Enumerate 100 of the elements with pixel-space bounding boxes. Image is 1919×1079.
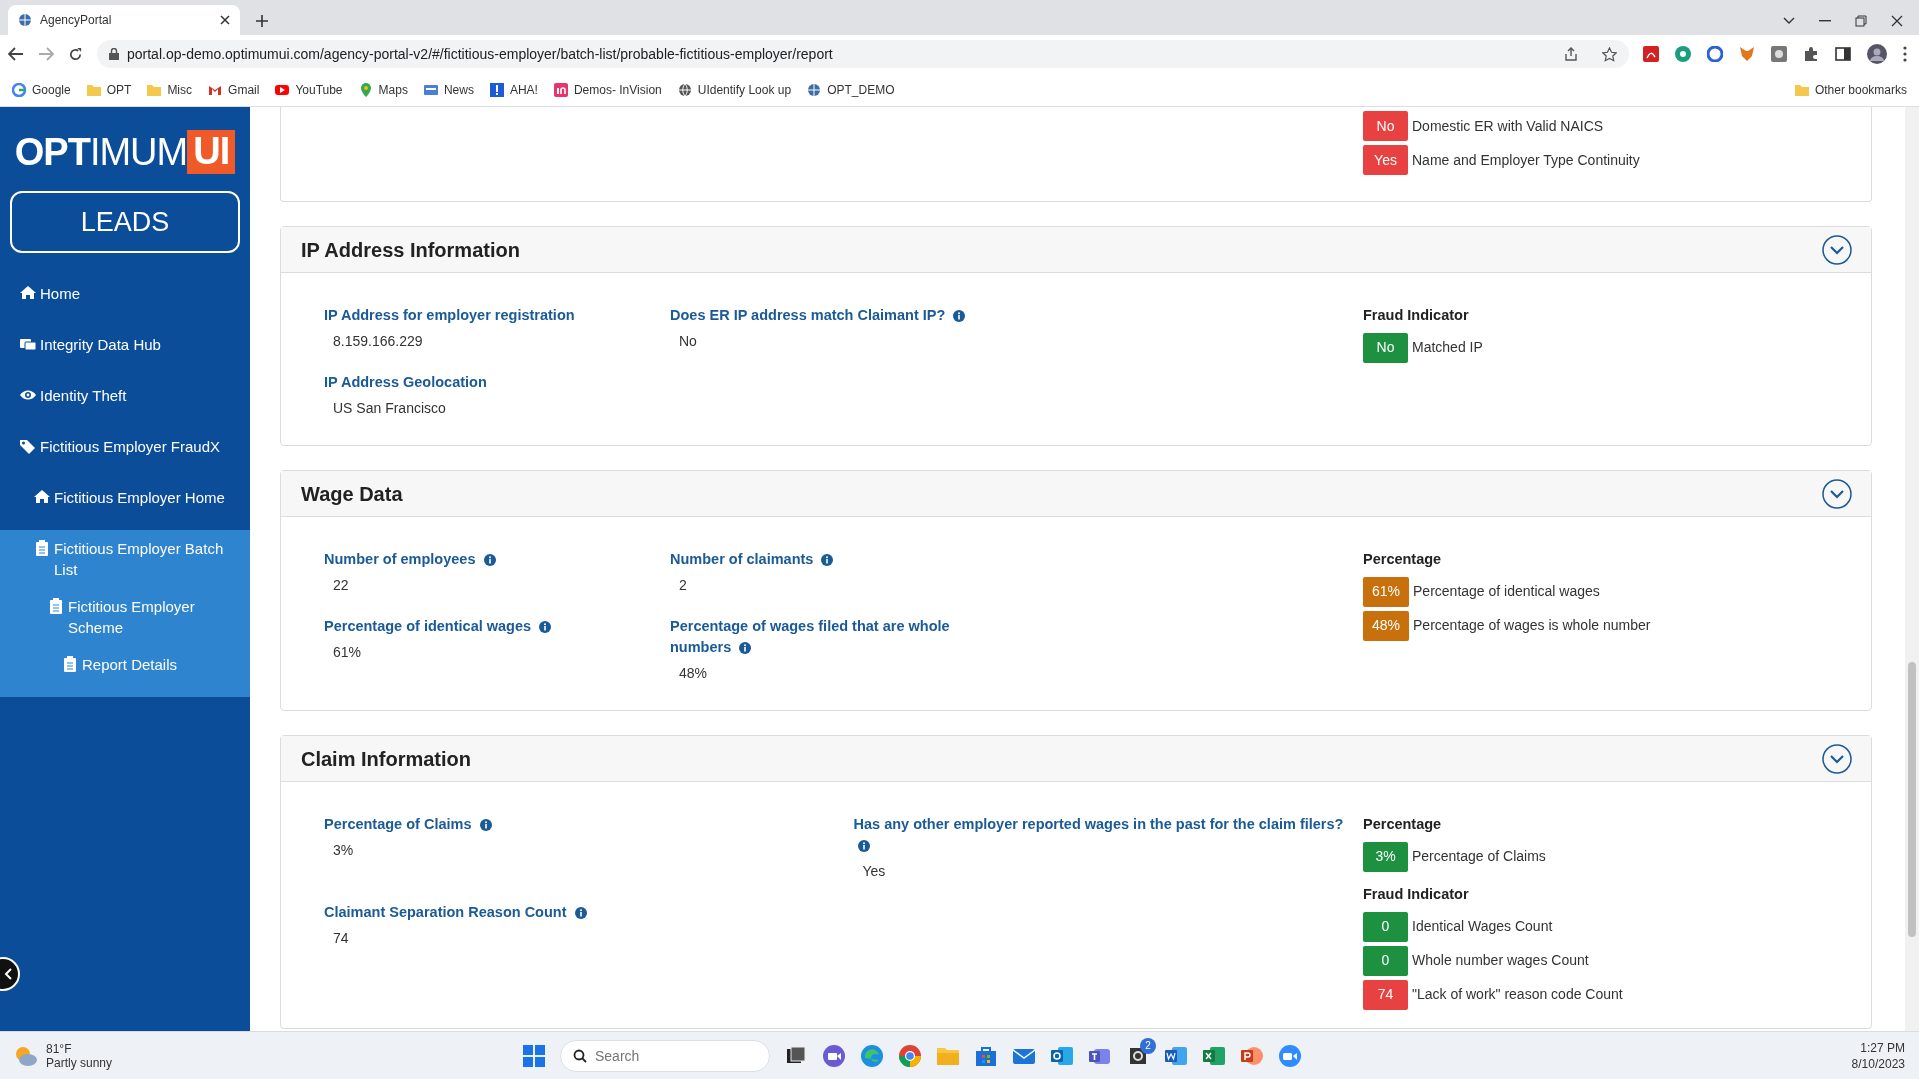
home-icon [34, 489, 50, 505]
field-label: Percentage of wages filed that are whole numbers [670, 617, 951, 657]
nav-item[interactable]: Fictitious Employer Home [0, 479, 250, 530]
bookmark-link[interactable]: OPT [86, 80, 132, 99]
square-logo-icon [553, 82, 568, 97]
logo: OPTIMUM UI [0, 107, 250, 187]
back-arrow-icon[interactable] [8, 47, 24, 61]
new-tab-icon[interactable] [256, 15, 268, 27]
indicator-badge: No [1363, 111, 1408, 141]
kebab-menu-icon[interactable] [1903, 46, 1907, 62]
bookmark-link[interactable]: UIdentify Look up [677, 80, 792, 99]
close-icon[interactable] [220, 15, 230, 25]
chevron-down-icon[interactable] [1783, 17, 1795, 25]
info-icon [821, 554, 834, 566]
indicator-label: Domestic ER with Valid NAICS [1412, 116, 1604, 136]
database-card-icon [20, 336, 36, 352]
info-icon [479, 819, 492, 831]
folder-icon [86, 82, 101, 97]
video-call-icon[interactable] [1278, 1043, 1302, 1068]
nav-item[interactable]: Report Details [0, 646, 250, 697]
bookmark-link[interactable]: YouTube [275, 80, 343, 99]
indicator-badge: 74 [1363, 979, 1408, 1010]
field-value: 8.159.166.229 [332, 332, 424, 351]
bookmark-link[interactable]: News [423, 80, 474, 99]
field-value: 48% [678, 664, 709, 683]
info-icon [539, 621, 552, 633]
folder-icon [1794, 82, 1809, 97]
bookmark-link[interactable]: Google [12, 80, 71, 99]
bookmark-link[interactable]: AHA! [489, 80, 538, 99]
extension-icon[interactable] [1675, 46, 1691, 62]
group-heading: Fraud Indicator [1363, 884, 1470, 904]
section-title: Wage Data [301, 481, 403, 506]
field-label: Claimant Separation Reason Count [324, 902, 834, 923]
field-value: 3% [332, 841, 355, 860]
nav-item[interactable]: Fictitious Employer FraudX [0, 428, 250, 479]
globe-icon [18, 13, 32, 27]
fox-icon[interactable] [1739, 46, 1755, 62]
map-pin-icon [358, 82, 373, 97]
pdf-icon[interactable] [1643, 46, 1659, 62]
camera-bubble-icon[interactable] [822, 1043, 846, 1068]
indicator-label: Matched IP [1412, 338, 1483, 358]
side-panel-icon[interactable] [1835, 46, 1851, 62]
clipboard-icon [34, 540, 50, 556]
extension-icon[interactable] [1771, 46, 1787, 62]
field-value: US San Francisco [332, 399, 447, 418]
leads-button[interactable]: LEADS [10, 191, 240, 253]
bookmark-link[interactable]: Demos- InVision [553, 80, 662, 99]
indicator-label: Name and Employer Type Continuity [1412, 150, 1640, 170]
field-label: Percentage of identical wages [324, 616, 650, 637]
indicator-label: Identical Wages Count [1412, 917, 1553, 936]
reload-icon[interactable] [68, 46, 83, 62]
search-icon [573, 1048, 587, 1063]
info-icon [574, 907, 587, 919]
bookmark-link[interactable]: Misc [147, 80, 193, 99]
minimize-icon[interactable] [1819, 20, 1831, 22]
indicator-badge: 0 [1363, 911, 1408, 942]
nav-item[interactable]: Fictitious Employer Scheme [0, 588, 250, 646]
indicator-badge: No [1363, 332, 1408, 363]
windows-logo-icon[interactable] [522, 1043, 546, 1068]
collapse-button[interactable] [1821, 233, 1853, 266]
field-value: 2 [678, 576, 688, 595]
clock-time: 1:27 PM [1859, 1039, 1905, 1056]
star-icon[interactable] [1602, 46, 1617, 62]
nav-item[interactable]: Fictitious Employer Batch List [0, 530, 250, 588]
lock-icon [109, 48, 119, 60]
globe-icon [677, 82, 692, 97]
avatar-icon[interactable] [1867, 44, 1887, 64]
nav-item[interactable]: Home [0, 275, 250, 326]
notification-badge: 2 [1140, 1037, 1156, 1054]
collapse-button[interactable] [1821, 742, 1853, 775]
chrome-icon[interactable] [898, 1043, 922, 1068]
nav-item[interactable]: Integrity Data Hub [0, 326, 250, 377]
indicator-label: Percentage of Claims [1412, 847, 1546, 867]
bookmark-link[interactable]: Maps [358, 80, 408, 99]
scrollbar[interactable] [1905, 107, 1919, 1031]
puzzle-icon[interactable] [1803, 46, 1819, 62]
indicator-badge: 48% [1363, 610, 1410, 641]
chevron-down-icon [1821, 233, 1853, 266]
clipboard-icon [62, 656, 78, 672]
clock-date: 8/10/2023 [1851, 1055, 1905, 1072]
swirl-icon[interactable] [860, 1043, 884, 1068]
group-heading: Percentage [1363, 550, 1443, 569]
search-field[interactable]: Search [560, 1039, 770, 1072]
close-icon[interactable] [1891, 15, 1903, 27]
indicator-label: Percentage of wages is whole number [1413, 616, 1651, 636]
address-bar[interactable]: portal.op-demo.optimumui.com/agency-portal-v2/#/fictitious-employer/batch-list/probable-fictitious-employer/report [97, 40, 1629, 68]
bookmark-link[interactable]: Gmail [208, 80, 260, 99]
field-label: Does ER IP address match Claimant IP? [670, 305, 996, 326]
globe-icon [807, 82, 822, 97]
chevron-down-icon [1821, 477, 1853, 510]
nav-item[interactable]: Identity Theft [0, 377, 250, 428]
info-icon [739, 642, 752, 654]
extension-icon[interactable] [1707, 46, 1723, 62]
bookmark-link[interactable]: Other bookmarks [1794, 80, 1907, 99]
restore-icon[interactable] [1855, 15, 1867, 27]
group-heading: Percentage [1363, 815, 1443, 834]
share-icon[interactable] [1564, 47, 1578, 61]
field-value: 74 [332, 929, 350, 948]
collapse-button[interactable] [1821, 477, 1853, 510]
bookmark-link[interactable]: OPT_DEMO [807, 80, 895, 99]
